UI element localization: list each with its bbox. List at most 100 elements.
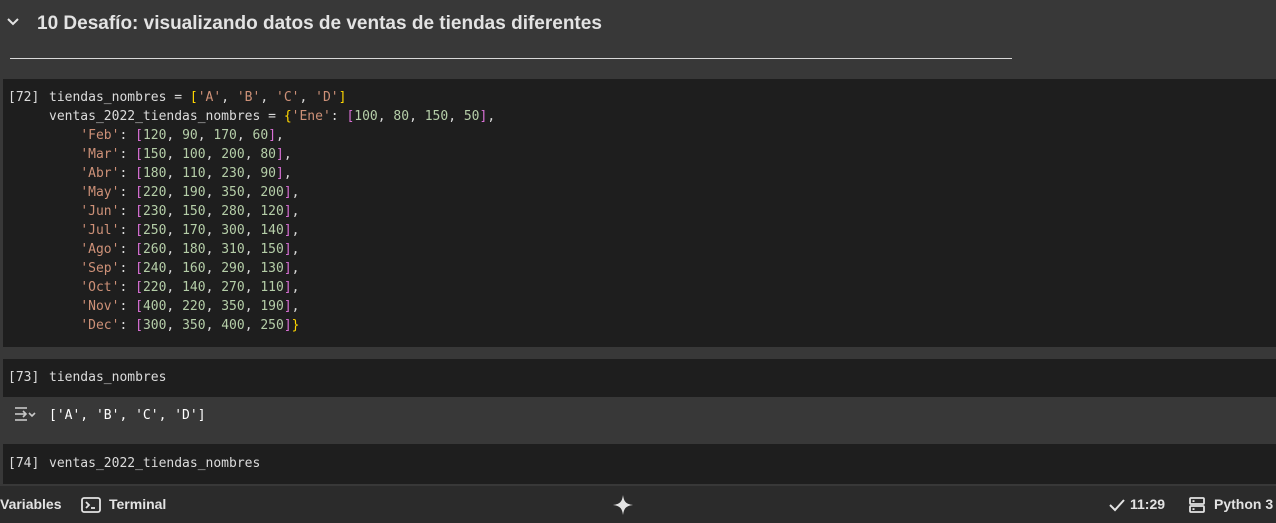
code-token: 'D' — [315, 90, 339, 105]
code-token: 'Dec' — [80, 318, 120, 333]
code-line: 'Nov': [400, 220, 350, 190], — [49, 297, 495, 316]
code-token: = — [166, 90, 190, 105]
code-token: , — [166, 185, 183, 200]
code-token: 250 — [142, 223, 167, 238]
code-token: , — [244, 223, 261, 238]
code-token: : — [119, 318, 136, 333]
code-token: 230 — [221, 166, 245, 181]
code-token: { — [283, 109, 292, 124]
code-token: : — [119, 299, 136, 314]
code-token: [ — [135, 280, 143, 295]
code-token: 'Jun' — [80, 204, 120, 219]
code-token: ] — [283, 204, 292, 219]
code-token: : — [119, 261, 136, 276]
code-token: } — [291, 318, 300, 333]
output-expand-icon[interactable] — [14, 405, 36, 423]
code-editor[interactable]: ventas_2022_tiendas_nombres — [49, 454, 260, 473]
code-token: 90 — [260, 166, 277, 181]
code-token: 'Sep' — [80, 261, 120, 276]
execution-count: [74] — [8, 456, 40, 471]
code-token: [ — [135, 242, 143, 257]
code-token: [ — [135, 185, 143, 200]
code-token: , — [205, 280, 222, 295]
code-token: 'Feb' — [80, 128, 120, 143]
code-token: , — [291, 204, 300, 219]
code-editor[interactable]: tiendas_nombres — [49, 368, 166, 387]
code-token: [ — [135, 318, 143, 333]
code-token: 'Nov' — [80, 299, 120, 314]
code-token: 200 — [221, 147, 245, 162]
code-line: 'Jul': [250, 170, 300, 140], — [49, 221, 495, 240]
code-token: 'Mar' — [80, 147, 120, 162]
cell-output: ['A', 'B', 'C', 'D'] — [3, 397, 1276, 431]
code-token: ventas_2022_tiendas_nombres — [49, 456, 261, 471]
code-token: , — [166, 299, 183, 314]
code-token: , — [205, 299, 222, 314]
code-editor[interactable]: tiendas_nombres = ['A', 'B', 'C', 'D'] ve… — [49, 88, 495, 335]
code-cell[interactable]: [74] ventas_2022_tiendas_nombres — [3, 444, 1276, 484]
code-token: 290 — [221, 261, 245, 276]
code-token: , — [244, 204, 261, 219]
code-token: , — [205, 261, 222, 276]
code-token: [ — [135, 204, 143, 219]
code-line: ventas_2022_tiendas_nombres = {'Ene': [1… — [49, 107, 495, 126]
code-token: , — [291, 223, 300, 238]
code-token: [ — [135, 223, 143, 238]
code-token: , — [205, 318, 222, 333]
code-token: ] — [283, 280, 292, 295]
code-token: 'Oct' — [80, 280, 120, 295]
code-token: , — [283, 166, 292, 181]
checkmark-icon — [1109, 499, 1125, 512]
code-token: , — [166, 318, 183, 333]
code-token: , — [205, 185, 222, 200]
execution-count: [73] — [8, 370, 40, 385]
code-token: 160 — [182, 261, 206, 276]
code-token: 150 — [260, 242, 284, 257]
status-bar: Variables Terminal 11:29 Python 3 — [0, 486, 1276, 523]
code-cell[interactable]: [73] tiendas_nombres — [3, 359, 1276, 397]
code-token: , — [487, 109, 496, 124]
code-token: [ — [135, 147, 143, 162]
code-token: 60 — [252, 128, 269, 143]
code-token: , — [205, 204, 222, 219]
code-token: , — [244, 299, 261, 314]
code-token: , — [221, 90, 237, 105]
code-token: , — [291, 261, 300, 276]
code-token: : — [119, 166, 136, 181]
code-token: , — [291, 299, 300, 314]
code-token: , — [260, 90, 276, 105]
code-token: ] — [283, 261, 292, 276]
code-token: 170 — [182, 223, 206, 238]
output-text: ['A', 'B', 'C', 'D'] — [49, 408, 206, 423]
code-token: , — [205, 147, 222, 162]
variables-button[interactable]: Variables — [0, 496, 62, 512]
code-token: 230 — [142, 204, 167, 219]
code-token: 110 — [182, 166, 206, 181]
code-token: 130 — [260, 261, 284, 276]
code-token: 180 — [142, 166, 167, 181]
code-token: 220 — [182, 299, 206, 314]
code-token: 140 — [260, 223, 284, 238]
code-token: , — [205, 166, 222, 181]
code-token: , — [236, 128, 253, 143]
code-token: , — [244, 318, 261, 333]
code-token: , — [244, 147, 261, 162]
code-line: 'Jun': [230, 150, 280, 120], — [49, 202, 495, 221]
code-line: ventas_2022_tiendas_nombres — [49, 454, 260, 473]
code-token: , — [291, 242, 300, 257]
execution-time: 11:29 — [1130, 496, 1166, 512]
code-token: : — [119, 223, 136, 238]
server-icon — [1189, 497, 1205, 513]
code-token: , — [166, 223, 183, 238]
code-token: 50 — [463, 109, 480, 124]
chevron-down-icon[interactable] — [6, 15, 20, 29]
code-cell[interactable]: [72] tiendas_nombres = ['A', 'B', 'C', '… — [3, 79, 1276, 347]
code-token: , — [166, 128, 183, 143]
code-token: 140 — [182, 280, 206, 295]
code-token: 220 — [142, 185, 167, 200]
sparkle-icon[interactable] — [612, 494, 634, 516]
